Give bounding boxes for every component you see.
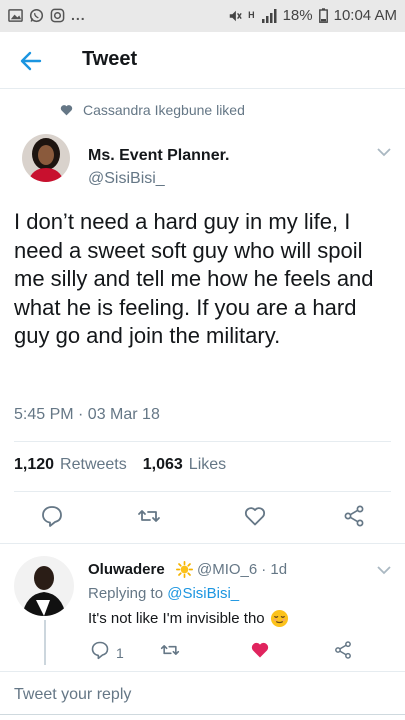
- sun-emoji-icon: [176, 561, 193, 578]
- reply-count: 1: [116, 645, 124, 661]
- reply-time: · 1d: [261, 561, 288, 578]
- status-right: H 18% 10:04 AM: [228, 7, 397, 24]
- likes-label[interactable]: Likes: [189, 456, 226, 474]
- likes-count[interactable]: 1,063: [143, 456, 183, 474]
- reply-composer[interactable]: Tweet your reply: [14, 686, 131, 704]
- share-icon[interactable]: [342, 504, 366, 528]
- share-icon[interactable]: [333, 640, 353, 660]
- reply-text: It's not like I'm invisible tho: [88, 610, 265, 627]
- mute-icon: [229, 10, 242, 21]
- status-bar: ... H 18% 10:04 AM: [0, 0, 405, 32]
- status-left: ...: [8, 7, 86, 23]
- divider: [0, 671, 405, 672]
- reply-text-row: It's not like I'm invisible tho: [88, 609, 289, 628]
- tweet-text: I don’t need a hard guy in my life, I ne…: [14, 209, 374, 348]
- battery-percent: 18%: [282, 7, 313, 24]
- social-context: Cassandra Ikegbune liked: [60, 102, 245, 118]
- back-arrow-icon[interactable]: [18, 48, 44, 74]
- retweet-icon[interactable]: [160, 640, 180, 660]
- divider: [14, 491, 391, 492]
- heart-icon: [60, 105, 73, 116]
- author-handle[interactable]: @SisiBisi_: [88, 170, 165, 188]
- liked-by-text[interactable]: Cassandra Ikegbune liked: [83, 102, 245, 118]
- divider: [14, 441, 391, 442]
- tweet-timestamp: 5:45 PM · 03 Mar 18: [14, 406, 160, 423]
- retweet-icon[interactable]: [137, 504, 161, 528]
- reply-author-name[interactable]: Oluwadere: [88, 561, 165, 578]
- reply-icon[interactable]: [90, 640, 110, 660]
- author-avatar[interactable]: [22, 134, 70, 182]
- reply-icon[interactable]: [40, 504, 64, 528]
- replying-prefix: Replying to: [88, 585, 164, 602]
- divider: [0, 543, 405, 544]
- gallery-icon: [8, 8, 23, 22]
- reply-avatar[interactable]: [14, 556, 74, 616]
- replying-to-link[interactable]: @SisiBisi_: [167, 585, 239, 602]
- reply-meta: @MIO_6 · 1d: [176, 561, 287, 578]
- app-bar: Tweet: [0, 32, 405, 89]
- battery-icon: [318, 8, 328, 23]
- tweet-stats: 1,120 Retweets 1,063 Likes: [14, 456, 226, 474]
- reply-handle[interactable]: @MIO_6: [197, 561, 257, 578]
- network-type: H: [248, 10, 255, 20]
- thread-line: [44, 620, 46, 665]
- like-icon[interactable]: [243, 504, 267, 528]
- composer-underline: [0, 714, 405, 715]
- relieved-face-emoji-icon: [270, 609, 288, 628]
- retweets-count[interactable]: 1,120: [14, 456, 54, 474]
- page-title: Tweet: [82, 48, 138, 70]
- replying-to: Replying to @SisiBisi_: [88, 585, 239, 602]
- liked-heart-icon[interactable]: [250, 640, 270, 660]
- author-name[interactable]: Ms. Event Planner.: [88, 147, 229, 165]
- status-more: ...: [71, 7, 86, 23]
- chevron-down-icon[interactable]: [376, 565, 392, 575]
- whatsapp-icon: [29, 8, 44, 22]
- chevron-down-icon[interactable]: [376, 147, 392, 157]
- signal-icon: [261, 8, 277, 23]
- status-time: 10:04 AM: [333, 7, 397, 24]
- instagram-icon: [50, 8, 65, 22]
- retweets-label[interactable]: Retweets: [60, 456, 127, 474]
